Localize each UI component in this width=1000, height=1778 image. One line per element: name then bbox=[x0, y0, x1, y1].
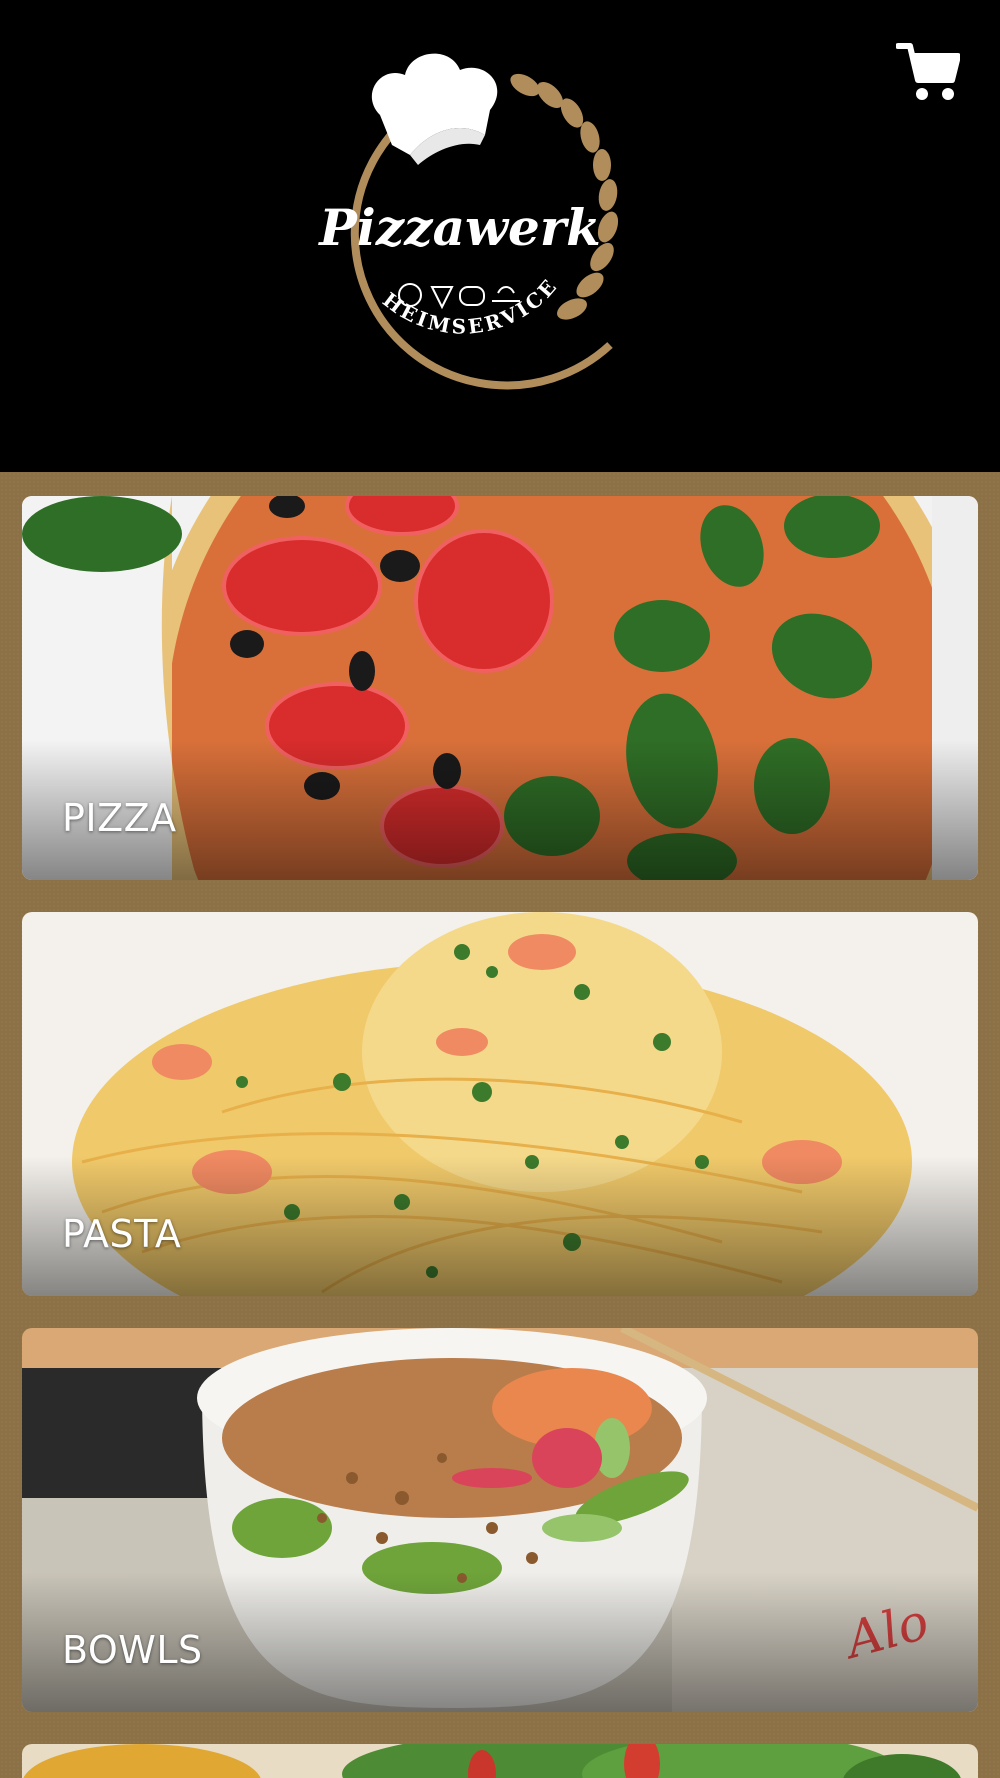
pasta-icon bbox=[492, 286, 520, 302]
brand-name: Pizzawerk bbox=[317, 198, 601, 257]
category-list: PIZZA PASTA BOWLS bbox=[0, 472, 1000, 1778]
category-label: PASTA bbox=[62, 1212, 182, 1256]
category-card-bowls[interactable]: Alo BOWLS bbox=[22, 1328, 978, 1712]
brand-logo[interactable]: Pizzawerk HEIMSERVICE bbox=[310, 45, 690, 405]
chef-hat-icon bbox=[371, 53, 498, 165]
category-label: BOWLS bbox=[62, 1628, 203, 1672]
category-card-pizza[interactable]: PIZZA bbox=[22, 496, 978, 880]
category-label: PIZZA bbox=[62, 796, 177, 840]
shopping-cart-icon[interactable] bbox=[896, 40, 960, 102]
burger-icon bbox=[459, 286, 485, 306]
salad-photo bbox=[22, 1744, 978, 1778]
category-card-pasta[interactable]: PASTA bbox=[22, 912, 978, 1296]
food-icons bbox=[398, 283, 520, 310]
pizza-slice-icon bbox=[430, 286, 454, 310]
wheat-laurel-icon bbox=[510, 73, 619, 320]
category-card-partial[interactable] bbox=[22, 1744, 978, 1778]
app-header: Pizzawerk HEIMSERVICE bbox=[0, 0, 1000, 472]
